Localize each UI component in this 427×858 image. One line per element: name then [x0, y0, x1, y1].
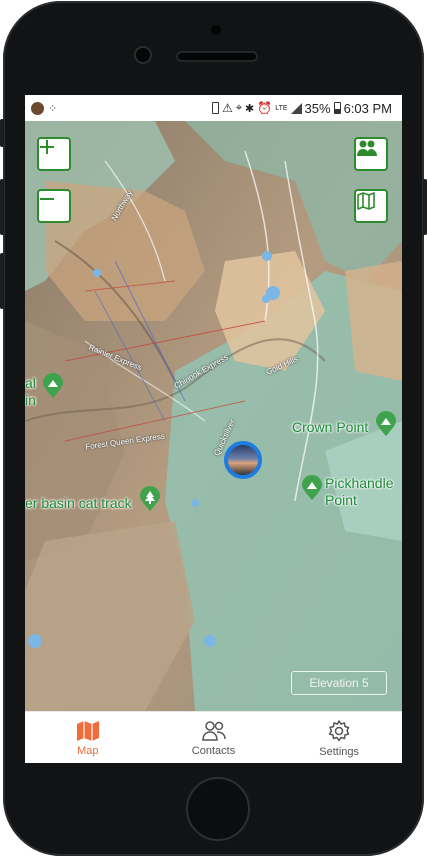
screen: ⁘ ⚠ ⌖ ✱ ⏰ LTE 35% 6:03 PM Northway Raini… — [25, 95, 402, 763]
gear-icon — [328, 719, 350, 741]
network-type: LTE — [275, 104, 288, 112]
poi-label-cat-track: er basin cat track — [25, 495, 132, 511]
warning-icon: ⚠ — [222, 101, 233, 115]
contacts-icon — [201, 720, 226, 741]
tab-settings-label: Settings — [319, 745, 360, 758]
plus-icon — [40, 140, 54, 154]
terrain-map — [25, 121, 402, 711]
map-icon — [76, 720, 99, 741]
tab-map[interactable]: Map — [25, 712, 151, 763]
footsteps-icon: ⁘ — [48, 102, 58, 115]
location-icon: ⌖ — [235, 101, 243, 114]
volume-down-button — [0, 253, 4, 309]
tab-map-label: Map — [77, 744, 99, 757]
battery-saver-icon — [212, 102, 220, 114]
battery-percent: 35% — [304, 100, 331, 116]
minus-icon — [40, 198, 54, 200]
poi-marker-pickhandle-point[interactable] — [301, 475, 323, 501]
people-icon — [357, 140, 377, 156]
power-button — [423, 179, 427, 235]
tab-contacts-label: Contacts — [191, 744, 236, 757]
bluetooth-icon: ✱ — [245, 102, 255, 115]
tab-contacts[interactable]: Contacts — [151, 712, 277, 763]
clock: 6:03 PM — [343, 100, 392, 116]
zoom-in-button[interactable] — [37, 137, 71, 171]
status-bar: ⁘ ⚠ ⌖ ✱ ⏰ LTE 35% 6:03 PM — [25, 95, 402, 121]
map-icon — [357, 192, 375, 210]
map-layers-button[interactable] — [354, 189, 388, 223]
home-button[interactable] — [186, 777, 250, 841]
poi-label-pickhandle-2: Point — [325, 492, 357, 508]
poi-label-pickhandle-1: Pickhandle — [325, 475, 394, 491]
tab-settings[interactable]: Settings — [276, 712, 402, 763]
proximity-sensor — [211, 25, 221, 35]
poi-marker-crown-point[interactable] — [375, 411, 397, 437]
elevation-readout: Elevation 5 — [291, 671, 387, 695]
battery-icon — [333, 102, 341, 114]
mute-switch — [0, 119, 4, 147]
poi-label-crown-point: Crown Point — [292, 419, 369, 435]
poi-marker-cat-track[interactable] — [139, 486, 161, 512]
alarm-icon: ⏰ — [257, 101, 273, 115]
contacts-button[interactable] — [354, 137, 388, 171]
poi-marker-left[interactable] — [42, 373, 64, 399]
notification-avatar-icon — [31, 101, 44, 115]
earpiece-speaker — [178, 53, 256, 60]
poi-label-left-1: al — [25, 375, 36, 391]
user-location-avatar[interactable] — [224, 441, 262, 479]
zoom-out-button[interactable] — [37, 189, 71, 223]
volume-up-button — [0, 179, 4, 235]
signal-icon — [290, 102, 302, 114]
map-view[interactable]: Northway Rainier Express Chinook Express… — [25, 121, 402, 711]
front-camera — [136, 48, 150, 62]
bottom-tab-bar: Map Contacts Settings — [25, 711, 402, 763]
poi-label-left-2: in — [25, 392, 36, 408]
